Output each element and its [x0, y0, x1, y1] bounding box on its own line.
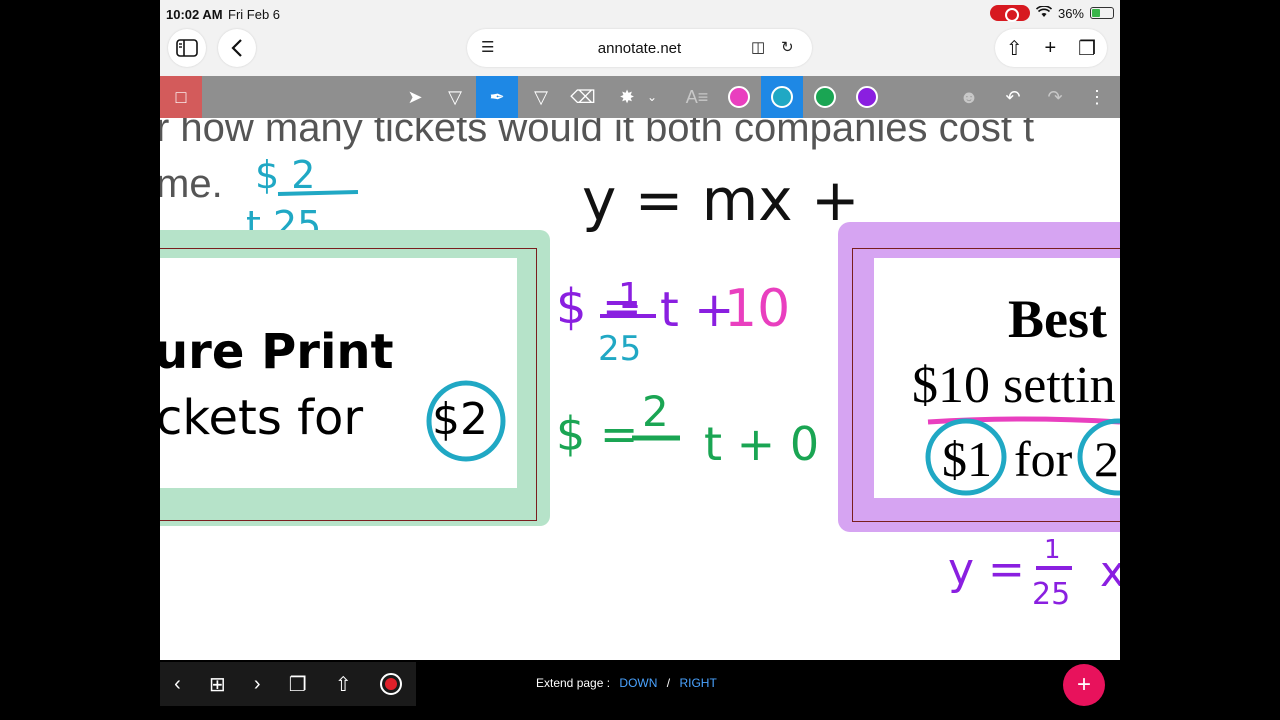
menu-button[interactable]: ⋮: [1076, 76, 1118, 118]
presentation-button[interactable]: □: [160, 76, 202, 118]
pointer-icon: ➤: [407, 86, 423, 107]
svg-text:1: 1: [1044, 535, 1061, 565]
redo-button[interactable]: ↷: [1034, 76, 1076, 118]
equation-2-sketch: $ = 2 t + 0: [556, 387, 819, 471]
svg-text:25: 25: [1032, 577, 1070, 612]
svg-text:y =: y =: [948, 544, 1025, 595]
battery-icon: [1090, 7, 1114, 19]
highlighter-icon: ▽: [448, 86, 462, 107]
address-bar[interactable]: ☰ annotate.net ◫ ↻: [467, 29, 812, 67]
laser-pointer-icon: ✸: [619, 86, 635, 107]
whiteboard-canvas[interactable]: r how many tickets would it both compani…: [160, 118, 1120, 660]
wifi-icon: [1035, 4, 1053, 21]
extend-page: Extend page : DOWN / RIGHT: [536, 676, 723, 690]
status-right: 36%: [989, 4, 1114, 22]
color-swatch-1[interactable]: [718, 76, 760, 118]
battery-percent: 36%: [1057, 5, 1084, 21]
extend-down-link[interactable]: DOWN: [619, 676, 657, 690]
participants-button[interactable]: ☻: [948, 76, 990, 118]
annotation-toolbar: □ ➤ ▽ ✒ ▽ ⌫ ✸ ⌄ A≡ ☻ ↶ ↷ ⋮: [160, 76, 1120, 118]
highlighter-tool[interactable]: ▽: [434, 76, 476, 118]
undo-icon: ↶: [1005, 86, 1021, 107]
ipad-screen: 10:02 AM Fri Feb 6 36% ☰ annotate.net ◫ …: [160, 0, 1120, 720]
share-icon[interactable]: ⇧: [1006, 36, 1023, 61]
browser-actions: ⇧ + ❐: [995, 29, 1107, 67]
marker-tool[interactable]: ▽: [520, 76, 562, 118]
text-icon: A≡: [685, 86, 709, 107]
right-circle-annotations: [925, 418, 1120, 496]
previous-page-button[interactable]: ‹: [174, 673, 181, 696]
svg-text:y = mx + b: y = mx + b: [582, 166, 870, 234]
sidebar-icon: [176, 39, 198, 57]
right-card-line-1: $10 settin: [912, 357, 1116, 414]
add-page-button[interactable]: +: [1063, 664, 1105, 706]
color-swatch-4[interactable]: [846, 76, 888, 118]
browser-toolbar: ☰ annotate.net ◫ ↻ ⇧ + ❐: [160, 28, 1120, 76]
battery-level: [1092, 9, 1100, 17]
undo-button[interactable]: ↶: [992, 76, 1034, 118]
right-card-title: Best: [1008, 289, 1107, 349]
price-circle-annotation: [426, 380, 506, 462]
svg-text:25: 25: [598, 329, 641, 369]
extend-separator: /: [666, 676, 671, 690]
date: Fri Feb 6: [228, 7, 281, 22]
pen-tool[interactable]: ✒: [476, 76, 518, 118]
duplicate-page-button[interactable]: ❐: [289, 672, 307, 697]
extend-right-link[interactable]: RIGHT: [679, 676, 716, 690]
left-card-line: ckets for: [160, 390, 364, 446]
svg-text:$ 2: $ 2: [255, 153, 315, 197]
export-page-button[interactable]: ⇧: [335, 672, 352, 697]
equation-3-sketch: y = 1 25 x: [948, 535, 1120, 612]
eraser-icon: ⌫: [570, 86, 596, 107]
teal-color-swatch: [771, 86, 793, 108]
redo-icon: ↷: [1047, 86, 1063, 107]
chevron-down-icon: ⌄: [646, 90, 658, 104]
user-icon: ☻: [959, 86, 979, 107]
slope-intercept-sketch: y = mx + b: [582, 166, 870, 234]
text-tool[interactable]: A≡: [676, 76, 718, 118]
presentation-icon: □: [175, 86, 187, 107]
sidebar-toggle-button[interactable]: [168, 29, 206, 67]
screen-recording-icon[interactable]: [989, 5, 1030, 22]
page-grid-button[interactable]: ⊞: [209, 672, 226, 697]
new-tab-icon[interactable]: +: [1045, 37, 1057, 60]
chevron-left-icon: [231, 39, 242, 57]
extend-page-label: Extend page :: [536, 676, 611, 690]
eraser-tool[interactable]: ⌫: [562, 76, 604, 118]
page-controls: ‹ ⊞ › ❐ ⇧: [160, 662, 416, 706]
svg-text:2: 2: [642, 387, 669, 436]
left-card-title: ure Print: [160, 324, 394, 380]
more-tools-dropdown[interactable]: ⌄: [640, 76, 664, 118]
equation-1-sketch: $ = 1 25 t + 10: [556, 276, 790, 369]
purple-color-swatch: [856, 86, 878, 108]
pen-icon: ✒: [489, 86, 505, 107]
svg-text:x: x: [1100, 547, 1120, 596]
tabs-overview-icon[interactable]: ❐: [1078, 36, 1096, 61]
pink-color-swatch: [728, 86, 750, 108]
marker-icon: ▽: [534, 86, 548, 107]
clock: 10:02 AM: [166, 7, 223, 22]
status-bar: 10:02 AM Fri Feb 6 36%: [160, 0, 1120, 28]
color-swatch-3[interactable]: [804, 76, 846, 118]
svg-text:$ =: $ =: [556, 407, 638, 461]
reload-icon[interactable]: ↻: [781, 38, 794, 56]
extension-icon[interactable]: ◫: [751, 38, 765, 56]
green-color-swatch: [814, 86, 836, 108]
select-tool[interactable]: ➤: [394, 76, 436, 118]
next-page-button[interactable]: ›: [254, 673, 261, 696]
record-button[interactable]: [379, 673, 402, 695]
back-button[interactable]: [218, 29, 256, 67]
svg-text:t + 0: t + 0: [704, 417, 819, 471]
question-line-2: me.: [160, 162, 223, 206]
more-vertical-icon: ⋮: [1088, 86, 1106, 107]
svg-text:1: 1: [618, 276, 641, 317]
color-swatch-2[interactable]: [761, 76, 803, 118]
svg-text:10: 10: [724, 279, 790, 339]
page-navigation-bar: ‹ ⊞ › ❐ ⇧ Extend page : DOWN / RIGHT +: [160, 660, 1120, 720]
